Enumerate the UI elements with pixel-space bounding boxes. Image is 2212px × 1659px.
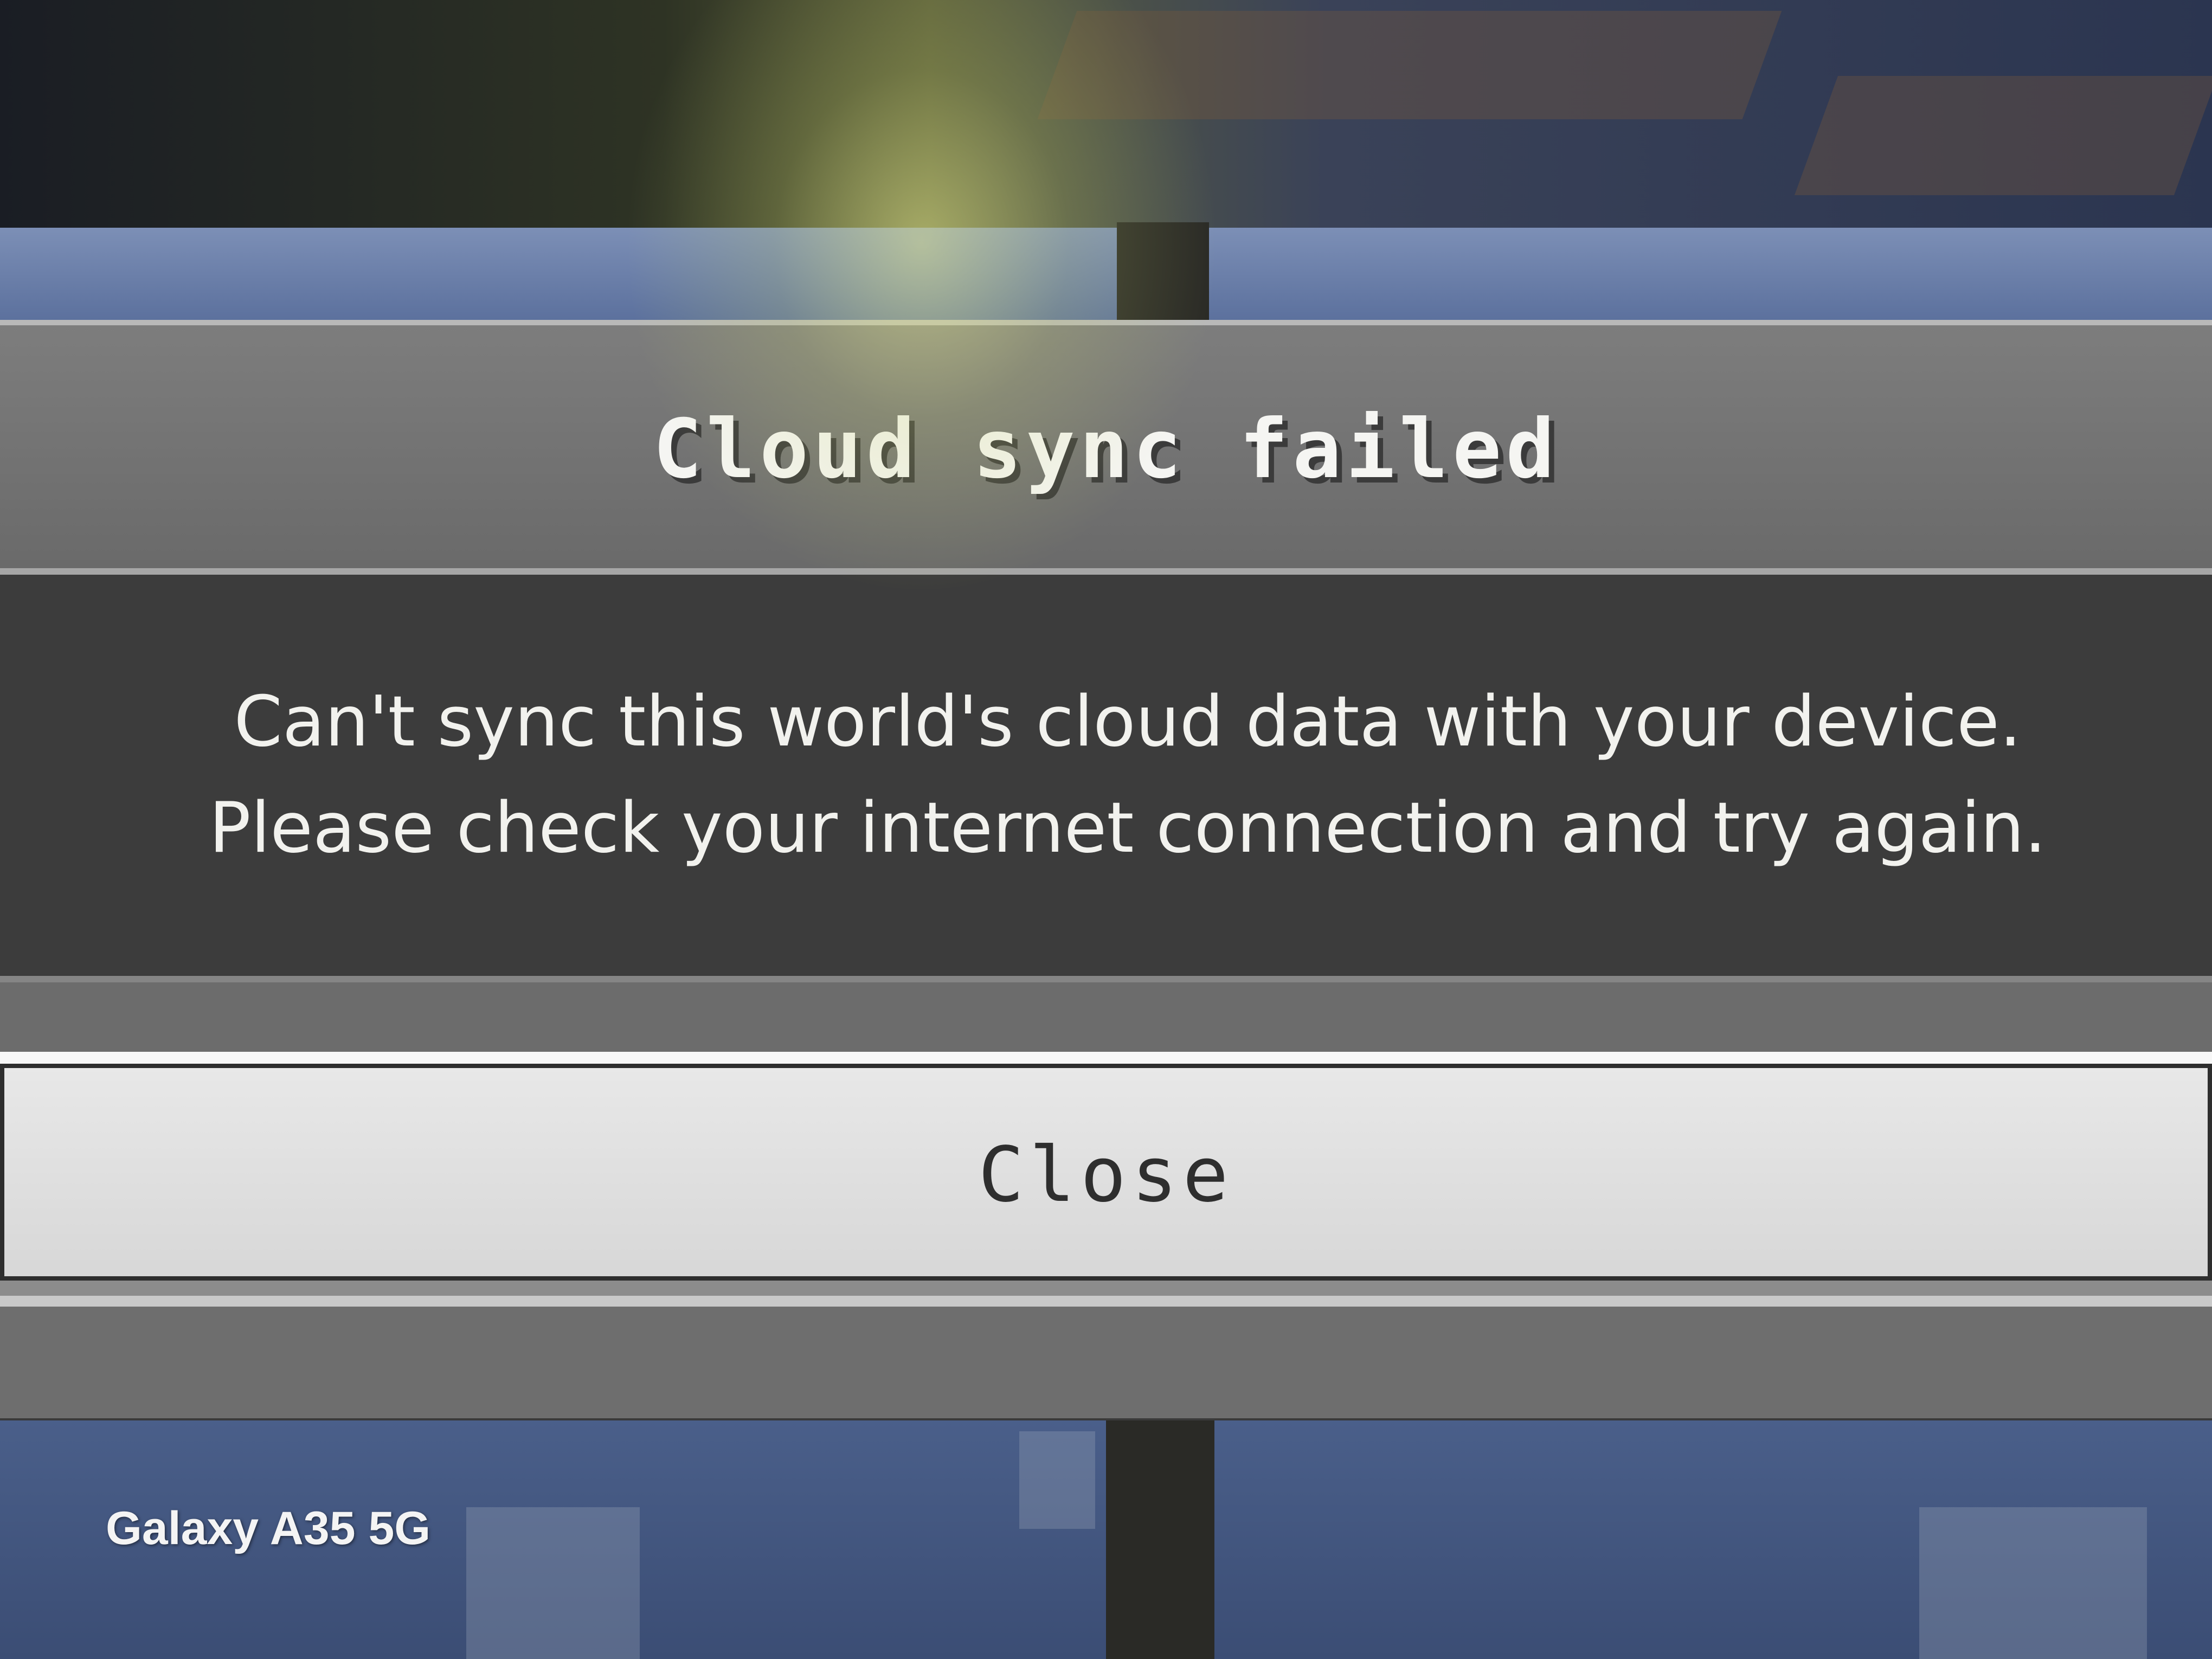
background-pillar-bottom — [1106, 1420, 1214, 1659]
background-block — [466, 1507, 640, 1659]
background-window-right — [1209, 228, 2212, 325]
game-screen: Cloud sync failed Can't sync this world'… — [0, 0, 2212, 1659]
dialog-footer — [0, 1296, 2212, 1418]
dialog-divider — [0, 976, 2212, 1052]
close-button[interactable]: Close — [0, 1052, 2212, 1296]
background-pillar-top — [1117, 222, 1209, 331]
background-roof-block — [1037, 11, 1782, 119]
dialog-header: Cloud sync failed — [0, 325, 2212, 575]
close-button-label: Close — [978, 1130, 1234, 1219]
camera-watermark: Galaxy A35 5G — [106, 1502, 431, 1554]
cloud-sync-error-dialog: Cloud sync failed Can't sync this world'… — [0, 320, 2212, 1420]
dialog-message: Can't sync this world's cloud data with … — [209, 681, 2047, 869]
background-block — [1019, 1431, 1095, 1529]
dialog-body: Can't sync this world's cloud data with … — [0, 575, 2212, 976]
background-roof-block — [1794, 76, 2212, 195]
background-block — [1919, 1507, 2147, 1659]
dialog-title: Cloud sync failed — [653, 402, 1559, 497]
background-window-left — [0, 228, 1117, 325]
